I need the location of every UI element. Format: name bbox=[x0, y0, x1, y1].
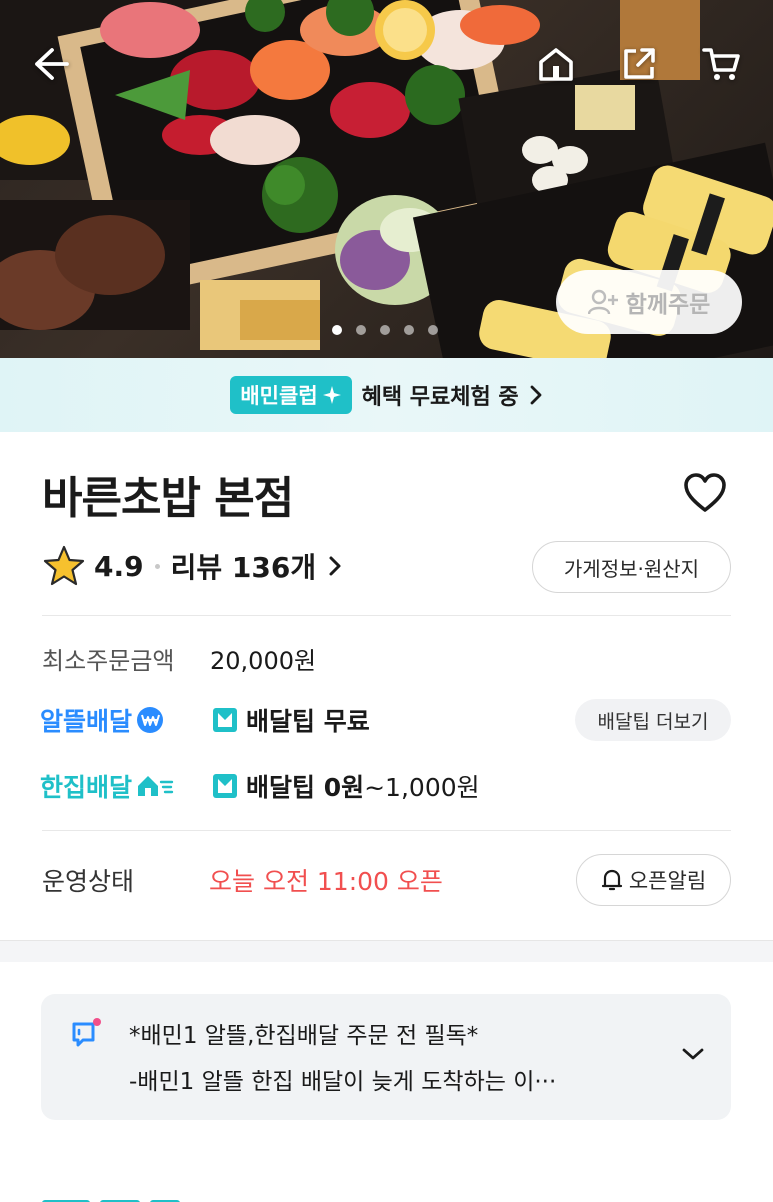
hanjip-tip-bold: 배달팁 0원 bbox=[246, 773, 365, 802]
fast-home-icon bbox=[138, 776, 174, 796]
notice-line-1: *배민1 알뜰,한집배달 주문 전 필독* bbox=[129, 1023, 479, 1049]
store-notice[interactable]: *배민1 알뜰,한집배달 주문 전 필독* -배민1 알뜰 한집 배달이 늦게 … bbox=[41, 994, 731, 1120]
cart-button[interactable] bbox=[696, 38, 748, 90]
favorite-button[interactable] bbox=[682, 472, 732, 518]
store-name: 바른초밥 본점 bbox=[42, 473, 294, 524]
alddeul-label: 알뜰배달 bbox=[40, 707, 133, 736]
alddeul-delivery-brand: 알뜰배달 bbox=[40, 702, 164, 738]
status-value: 오늘 오전 11:00 오픈 bbox=[209, 867, 443, 896]
baemin1-icon bbox=[213, 708, 237, 732]
club-badge: 배민클럽 bbox=[230, 376, 352, 414]
more-tip-button[interactable]: 배달팁 더보기 bbox=[575, 699, 731, 741]
home-button[interactable] bbox=[530, 38, 582, 90]
carousel-indicator bbox=[332, 325, 438, 335]
notice-line-2: -배민1 알뜰 한집 배달이 늦게 도착하는 이··· bbox=[129, 1069, 557, 1095]
share-icon bbox=[624, 48, 655, 79]
hero-image[interactable]: 함께주문 bbox=[0, 0, 773, 358]
carousel-dot-active[interactable] bbox=[332, 325, 342, 335]
cart-icon bbox=[702, 48, 740, 80]
next-section-peek bbox=[42, 1188, 242, 1202]
club-badge-label: 배민클럽 bbox=[240, 384, 318, 408]
back-arrow-icon bbox=[35, 48, 69, 80]
divider bbox=[42, 615, 731, 616]
separator-dot bbox=[154, 563, 160, 569]
alddeul-tip-text: 배달팁 무료 bbox=[246, 707, 370, 736]
chevron-down-icon[interactable] bbox=[681, 1046, 705, 1062]
carousel-dot[interactable] bbox=[404, 325, 414, 335]
carousel-dot[interactable] bbox=[356, 325, 366, 335]
star-icon bbox=[43, 545, 85, 586]
group-order-label: 함께주문 bbox=[625, 292, 711, 318]
chevron-right-icon bbox=[530, 385, 542, 405]
rating-value: 4.9 bbox=[94, 549, 144, 583]
heart-icon bbox=[684, 473, 726, 512]
baemin-club-banner[interactable]: 배민클럽 혜택 무료체험 중 bbox=[0, 358, 773, 432]
open-alarm-button[interactable]: 오픈알림 bbox=[576, 854, 731, 906]
won-coin-icon bbox=[137, 707, 164, 733]
chevron-right-icon bbox=[329, 556, 341, 576]
sparkle-icon bbox=[322, 386, 341, 404]
next-section-title-cutoff bbox=[42, 1188, 242, 1202]
add-person-icon bbox=[587, 289, 618, 315]
section-separator bbox=[0, 940, 773, 962]
carousel-dot[interactable] bbox=[380, 325, 390, 335]
review-count[interactable]: 리뷰 136개 bbox=[171, 546, 316, 586]
group-order-button[interactable]: 함께주문 bbox=[556, 270, 742, 334]
carousel-dot[interactable] bbox=[428, 325, 438, 335]
hanjip-label: 한집배달 bbox=[40, 773, 133, 802]
hanjip-tip: 배달팁 0원~1,000원 bbox=[212, 768, 480, 804]
baemin1-icon bbox=[213, 774, 237, 798]
back-button[interactable] bbox=[25, 38, 77, 90]
cut-off-heading-shape bbox=[42, 1200, 180, 1202]
min-order-label: 최소주문금액 bbox=[42, 647, 175, 675]
hanjip-tip-range: ~1,000원 bbox=[364, 773, 480, 802]
store-info-button[interactable]: 가게정보·원산지 bbox=[532, 541, 731, 593]
status-label: 운영상태 bbox=[42, 867, 135, 896]
notice-chat-icon bbox=[72, 1018, 101, 1047]
club-text: 혜택 무료체험 중 bbox=[361, 385, 519, 410]
min-order-value: 20,000원 bbox=[210, 647, 317, 675]
bell-icon bbox=[601, 869, 622, 891]
hanjip-delivery-brand: 한집배달 bbox=[40, 768, 174, 804]
share-button[interactable] bbox=[613, 38, 665, 90]
alddeul-tip: 배달팁 무료 bbox=[212, 702, 370, 738]
home-icon bbox=[539, 48, 573, 81]
open-alarm-label: 오픈알림 bbox=[628, 869, 707, 893]
divider bbox=[42, 830, 731, 831]
rating-row[interactable]: 4.9 리뷰 136개 bbox=[42, 543, 342, 589]
